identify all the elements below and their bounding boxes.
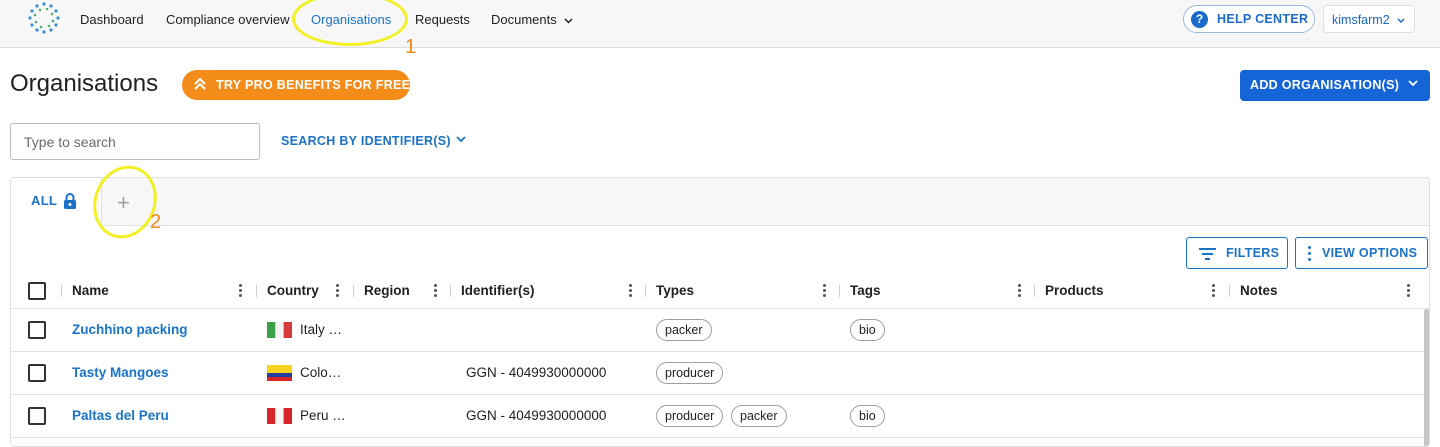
view-tab-bar: ALL + [11, 178, 1429, 226]
column-header-types[interactable]: Types [656, 283, 694, 298]
country-cell: Colo… [300, 365, 342, 380]
type-chip: producer [656, 405, 724, 427]
colombia-flag-icon [267, 365, 292, 381]
nav-requests[interactable]: Requests [415, 12, 470, 27]
organisation-name-link[interactable]: Zuchhino packing [72, 322, 188, 337]
double-chevron-up-icon [194, 77, 206, 90]
question-circle-icon: ? [1191, 11, 1208, 28]
column-header-identifiers[interactable]: Identifier(s) [461, 283, 535, 298]
column-menu-icon[interactable] [434, 284, 437, 298]
page-title: Organisations [10, 70, 159, 97]
identifier-cell: GGN - 4049930000000 [466, 365, 607, 380]
column-header-region[interactable]: Region [364, 283, 410, 298]
add-organisation-button[interactable]: ADD ORGANISATION(S) [1240, 70, 1430, 101]
country-cell: Italy … [300, 322, 343, 337]
chevron-down-icon [1408, 80, 1418, 87]
chevron-down-icon[interactable] [456, 136, 466, 143]
column-menu-icon[interactable] [1212, 284, 1215, 298]
annotation-number-2: 2 [150, 211, 162, 233]
country-cell: Peru … [300, 408, 346, 423]
lock-icon [64, 193, 76, 209]
user-name-text: kimsfarm2 [1332, 13, 1390, 27]
view-options-button[interactable]: VIEW OPTIONS [1295, 237, 1428, 269]
tab-all[interactable]: ALL [11, 178, 102, 226]
tab-all-label: ALL [31, 193, 58, 208]
top-navigation-bar: Dashboard Compliance overview Organisati… [0, 0, 1440, 48]
type-chip: packer [656, 319, 712, 341]
column-menu-icon[interactable] [823, 284, 826, 298]
try-pro-label: TRY PRO BENEFITS FOR FREE [216, 78, 411, 92]
column-header-country[interactable]: Country [267, 283, 319, 298]
organisation-name-link[interactable]: Tasty Mangoes [72, 365, 169, 380]
type-chip: packer [731, 405, 787, 427]
column-header-products[interactable]: Products [1045, 283, 1104, 298]
search-input[interactable] [10, 123, 260, 160]
user-menu-button[interactable]: kimsfarm2 [1323, 5, 1415, 33]
table-scrollbar[interactable] [1424, 309, 1429, 446]
vertical-dots-icon [1308, 246, 1311, 261]
filters-button[interactable]: FILTERS [1186, 237, 1288, 269]
type-chip: producer [656, 362, 724, 384]
organisation-name-link[interactable]: Paltas del Peru [72, 408, 169, 423]
filter-lines-icon [1199, 248, 1216, 260]
try-pro-button[interactable]: TRY PRO BENEFITS FOR FREE [182, 70, 410, 100]
search-by-identifier-button[interactable]: SEARCH BY IDENTIFIER(S) [281, 134, 451, 148]
column-header-notes[interactable]: Notes [1240, 283, 1278, 298]
tag-chip: bio [850, 319, 885, 341]
table-row[interactable]: Zuchhino packing Italy … packer bio [11, 309, 1429, 352]
organisations-panel: ALL + FILTERS VIEW OPTIONS Name Country [10, 177, 1430, 447]
filters-label: FILTERS [1226, 246, 1280, 260]
nav-compliance-overview[interactable]: Compliance overview [166, 12, 290, 27]
row-checkbox[interactable] [28, 321, 46, 339]
chevron-down-icon [1397, 18, 1405, 23]
table-header: Name Country Region Identifier(s) Types … [11, 273, 1429, 309]
tag-chip: bio [850, 405, 885, 427]
column-header-name[interactable]: Name [72, 283, 109, 298]
nav-dashboard[interactable]: Dashboard [80, 12, 144, 27]
column-menu-icon[interactable] [629, 284, 632, 298]
identifier-cell: GGN - 4049930000000 [466, 408, 607, 423]
help-center-label: HELP CENTER [1217, 12, 1309, 26]
column-menu-icon[interactable] [336, 284, 339, 298]
table-row[interactable]: Tasty Mangoes Colo… GGN - 4049930000000 … [11, 352, 1429, 395]
add-organisation-label: ADD ORGANISATION(S) [1250, 78, 1400, 92]
view-options-label: VIEW OPTIONS [1322, 246, 1418, 260]
italy-flag-icon [267, 322, 292, 338]
annotation-number-1: 1 [405, 36, 417, 58]
row-checkbox[interactable] [28, 364, 46, 382]
nav-documents[interactable]: Documents [491, 12, 573, 27]
table-row[interactable]: Paltas del Peru Peru … GGN - 40499300000… [11, 395, 1429, 438]
select-all-checkbox[interactable] [28, 282, 46, 300]
nav-documents-label: Documents [491, 12, 557, 27]
peru-flag-icon [267, 408, 292, 424]
user-name: kimsfarm2 [1332, 13, 1405, 27]
help-center-button[interactable]: ? HELP CENTER [1183, 5, 1315, 33]
column-menu-icon[interactable] [1018, 284, 1021, 298]
row-checkbox[interactable] [28, 407, 46, 425]
column-header-tags[interactable]: Tags [850, 283, 881, 298]
column-menu-icon[interactable] [1407, 284, 1410, 298]
app-logo[interactable] [22, 0, 66, 40]
chevron-down-icon [564, 18, 573, 24]
column-menu-icon[interactable] [239, 284, 242, 298]
